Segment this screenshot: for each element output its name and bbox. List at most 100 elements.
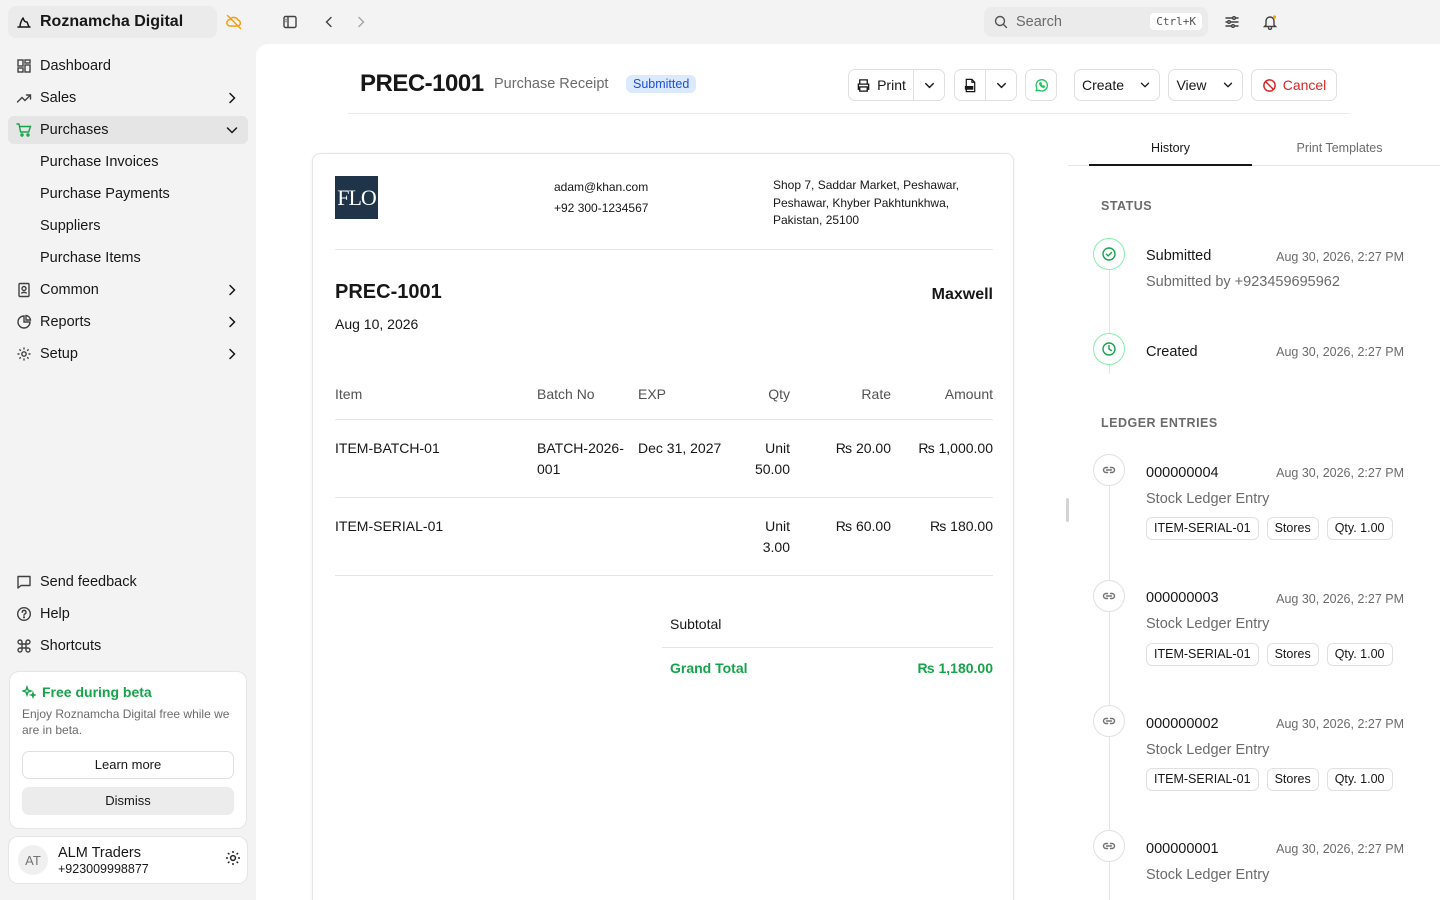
beta-card: Free during beta Enjoy Roznamcha Digital… xyxy=(9,671,247,829)
cart-icon xyxy=(16,123,32,137)
forward-arrow-icon[interactable] xyxy=(353,14,369,30)
create-label: Create xyxy=(1081,77,1125,93)
timeline-marker xyxy=(1093,830,1125,862)
sidebar-subitem-purchase-invoices[interactable]: Purchase Invoices xyxy=(8,148,248,176)
app-logo-icon xyxy=(17,17,31,28)
beta-title: Free during beta xyxy=(42,684,152,700)
sidebar-item-purchases[interactable]: Purchases xyxy=(8,116,248,144)
settings-gear-icon[interactable] xyxy=(224,849,242,867)
pdf-button[interactable] xyxy=(954,69,986,101)
sidebar-item-setup[interactable]: Setup xyxy=(8,340,248,368)
print-button[interactable]: Print xyxy=(848,69,914,101)
sidebar-subitem-purchase-payments[interactable]: Purchase Payments xyxy=(8,180,248,208)
bell-icon[interactable] xyxy=(1262,14,1278,30)
chip-item: ITEM-SERIAL-01 xyxy=(1146,517,1259,540)
page-title: PREC-1001 xyxy=(360,70,484,97)
bottom-nav: Send feedback Help Shortcuts xyxy=(8,568,248,664)
sliders-icon[interactable] xyxy=(1224,14,1240,30)
chevron-right-icon xyxy=(229,92,236,104)
user-name: ALM Traders xyxy=(58,844,141,861)
ledger-entry-chips: ITEM-SERIAL-01 Stores Qty. 1.00 xyxy=(1146,517,1393,540)
print-options-button[interactable] xyxy=(913,69,945,101)
back-arrow-icon[interactable] xyxy=(321,14,337,30)
send-feedback-link[interactable]: Send feedback xyxy=(8,568,248,596)
view-menu-button[interactable]: View xyxy=(1168,69,1243,101)
cell-item: ITEM-SERIAL-01 xyxy=(335,518,444,534)
column-header-exp: EXP xyxy=(638,386,667,402)
printer-icon xyxy=(857,78,870,92)
tab-print-templates[interactable]: Print Templates xyxy=(1258,132,1421,166)
cell-batch: BATCH-2026-001 xyxy=(537,440,624,477)
status-section-title: STATUS xyxy=(1101,199,1153,213)
cell-rate: ₨ 60.00 xyxy=(835,518,891,534)
chip-location: Stores xyxy=(1266,517,1319,540)
ban-icon xyxy=(1262,78,1276,92)
column-header-qty: Qty xyxy=(768,386,790,402)
panel-resize-handle[interactable] xyxy=(1066,498,1069,522)
timeline-marker xyxy=(1093,580,1125,612)
company-logo: FLO xyxy=(335,176,378,219)
user-info: ALM Traders +923009998877 xyxy=(58,845,149,876)
ledger-entry-id[interactable]: 000000001 xyxy=(1146,841,1219,857)
sidebar-item-label: Reports xyxy=(40,314,91,330)
cloud-off-icon[interactable] xyxy=(225,13,243,31)
ledger-entry-time: Aug 30, 2026, 2:27 PM xyxy=(1276,592,1404,606)
sidebar-item-reports[interactable]: Reports xyxy=(8,308,248,336)
column-header-rate: Rate xyxy=(861,386,891,402)
whatsapp-icon xyxy=(1035,78,1048,92)
status-title: Submitted xyxy=(1146,248,1212,264)
contact-book-icon xyxy=(18,282,30,298)
divider xyxy=(335,419,993,420)
workspace-switcher[interactable]: Roznamcha Digital xyxy=(8,6,217,38)
dismiss-button[interactable]: Dismiss xyxy=(22,787,234,815)
company-address: Shop 7, Saddar Market, Peshawar, Peshawa… xyxy=(773,178,960,227)
shortcuts-link[interactable]: Shortcuts xyxy=(8,632,248,660)
status-subtitle: Submitted by +923459695962 xyxy=(1146,274,1340,290)
sidebar-subitem-purchase-items[interactable]: Purchase Items xyxy=(8,244,248,272)
sidebar-item-dashboard[interactable]: Dashboard xyxy=(8,52,248,80)
user-phone: +923009998877 xyxy=(58,861,149,876)
pdf-file-icon xyxy=(964,78,975,92)
cancel-document-button[interactable]: Cancel xyxy=(1251,69,1337,101)
ledger-entry-time: Aug 30, 2026, 2:27 PM xyxy=(1276,466,1404,480)
chip-item: ITEM-SERIAL-01 xyxy=(1146,768,1259,791)
sidebar-item-sales[interactable]: Sales xyxy=(8,84,248,112)
create-menu-button[interactable]: Create xyxy=(1074,69,1160,101)
user-card[interactable]: AT ALM Traders +923009998877 xyxy=(8,836,248,884)
sidebar-item-label: Setup xyxy=(40,346,78,362)
column-header-item: Item xyxy=(335,386,363,402)
sidebar-toggle-icon[interactable] xyxy=(282,14,298,30)
status-time: Aug 30, 2026, 2:27 PM xyxy=(1276,250,1404,264)
divider xyxy=(335,249,993,250)
main-content: PREC-1001 Purchase Receipt Submitted Pri… xyxy=(256,44,1440,900)
whatsapp-button[interactable] xyxy=(1025,69,1057,101)
grand-total-label: Grand Total xyxy=(670,660,748,676)
chip-quantity: Qty. 1.00 xyxy=(1326,768,1393,791)
company-email: adam@khan.com xyxy=(554,180,649,194)
ledger-entry-chips: ITEM-SERIAL-01 Stores Qty. 1.00 xyxy=(1146,643,1393,666)
search-input[interactable]: Search Ctrl+K xyxy=(984,7,1208,37)
dashboard-icon xyxy=(17,59,31,73)
link-icon xyxy=(1102,717,1116,725)
timeline-marker xyxy=(1093,705,1125,737)
chip-quantity: Qty. 1.00 xyxy=(1326,643,1393,666)
clock-icon xyxy=(1102,342,1116,356)
sidebar-subitem-suppliers[interactable]: Suppliers xyxy=(8,212,248,240)
help-link[interactable]: Help xyxy=(8,600,248,628)
ledger-entry-id[interactable]: 000000003 xyxy=(1146,590,1219,606)
ledger-entry-id[interactable]: 000000002 xyxy=(1146,716,1219,732)
pdf-options-button[interactable] xyxy=(985,69,1017,101)
view-label: View xyxy=(1176,77,1207,93)
cell-rate: ₨ 20.00 xyxy=(835,440,891,456)
learn-more-button[interactable]: Learn more xyxy=(22,751,234,779)
sidebar-item-common[interactable]: Common xyxy=(8,276,248,304)
timeline-marker xyxy=(1093,238,1125,270)
company-contact: adam@khan.com +92 300-1234567 xyxy=(554,177,648,219)
company-phone: +92 300-1234567 xyxy=(554,201,649,215)
ledger-entry-id[interactable]: 000000004 xyxy=(1146,465,1219,481)
tab-history[interactable]: History xyxy=(1089,132,1252,166)
beta-description: Enjoy Roznamcha Digital free while we ar… xyxy=(22,707,230,737)
chip-quantity: Qty. 1.00 xyxy=(1326,517,1393,540)
document-date: Aug 10, 2026 xyxy=(335,316,419,332)
check-circle-icon xyxy=(1102,247,1116,261)
